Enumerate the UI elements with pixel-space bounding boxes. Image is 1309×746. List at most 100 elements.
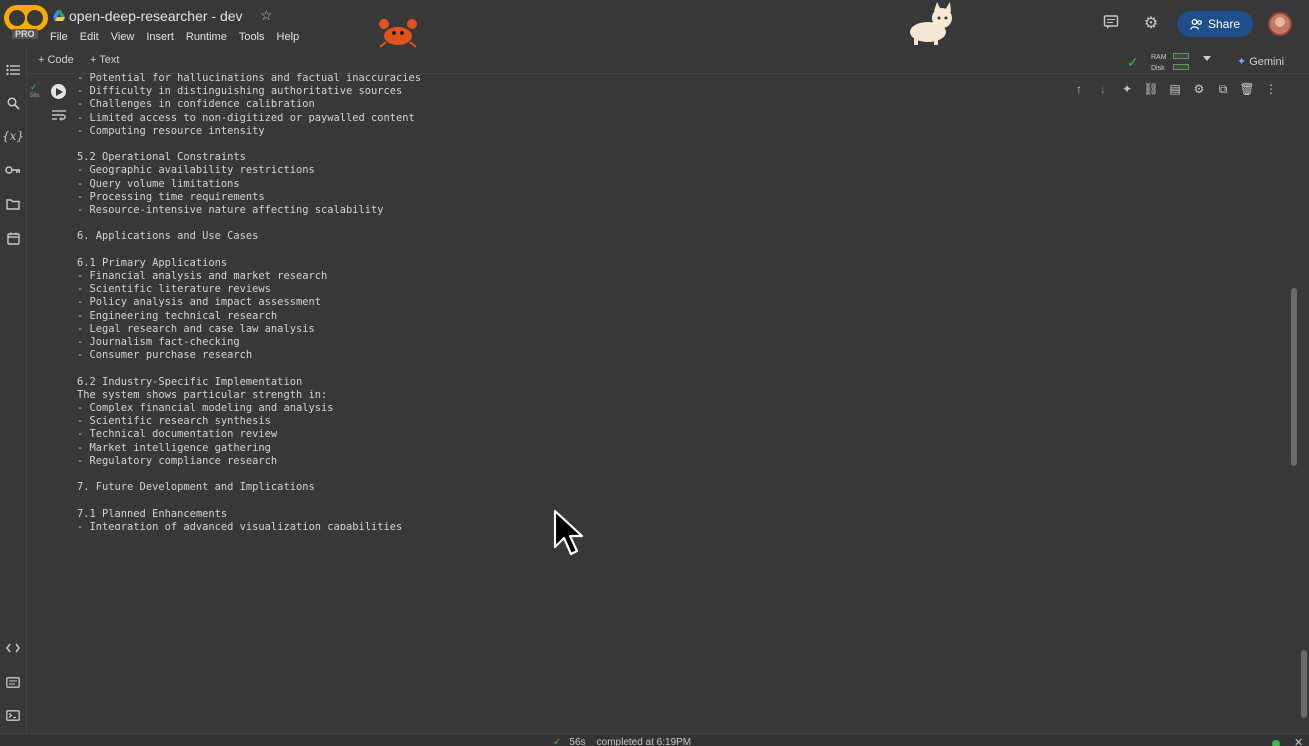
gemini-button[interactable]: ✦ Gemini — [1237, 55, 1284, 68]
secrets-key-icon[interactable] — [3, 160, 23, 180]
cat-mascot-icon — [910, 2, 952, 45]
cell-output-text: - Potential for hallucinations and factu… — [77, 72, 677, 530]
move-cell-up-icon[interactable]: ↑ — [1070, 80, 1088, 98]
calendar-icon[interactable] — [3, 228, 23, 248]
output-line: - Integration of advanced visualization … — [77, 520, 403, 530]
execution-summary: ✓ 56s completed at 6:19PM — [553, 737, 691, 746]
menu-insert[interactable]: Insert — [146, 30, 180, 45]
google-drive-icon[interactable] — [53, 10, 65, 22]
variables-icon[interactable]: {x} — [2, 126, 24, 146]
output-line: The system shows particular strength in: — [77, 388, 328, 401]
cell-gutter: ✓ 56s — [27, 78, 72, 138]
cell-settings-icon[interactable]: ⚙ — [1190, 80, 1208, 98]
colab-logo[interactable]: PRO — [4, 3, 48, 43]
close-status-icon[interactable]: ✕ — [1294, 736, 1303, 746]
output-line: 7.1 Planned Enhancements — [77, 507, 228, 520]
ram-bar — [1173, 53, 1189, 59]
command-palette-icon[interactable] — [3, 672, 23, 692]
settings-gear-icon[interactable]: ⚙ — [1141, 14, 1161, 34]
output-line: - Challenges in confidence calibration — [77, 98, 315, 111]
output-line: - Legal research and case law analysis — [77, 322, 315, 335]
add-comment-icon[interactable]: ▤ — [1166, 80, 1184, 98]
files-folder-icon[interactable] — [3, 194, 23, 214]
output-line: - Technical documentation review — [77, 428, 278, 441]
notebook-title[interactable]: open-deep-researcher - dev — [69, 8, 243, 24]
output-line: 7. Future Development and Implications — [77, 481, 315, 494]
pro-badge: PRO — [12, 29, 38, 39]
menu-runtime[interactable]: Runtime — [186, 30, 233, 45]
output-line: - Financial analysis and market research — [77, 270, 328, 283]
code-snippets-icon[interactable] — [3, 638, 23, 658]
link-to-cell-icon[interactable]: ⛓ — [1142, 80, 1160, 98]
menu-view[interactable]: View — [111, 30, 141, 45]
add-text-button[interactable]: + Text — [90, 54, 119, 66]
gemini-spark-icon: ✦ — [1237, 56, 1247, 68]
output-line: - Computing resource intensity — [77, 124, 265, 137]
output-line: - Journalism fact-checking — [77, 336, 240, 349]
output-line: 6.2 Industry-Specific Implementation — [77, 375, 303, 388]
people-icon — [1190, 18, 1202, 30]
output-line: 6. Applications and Use Cases — [77, 230, 259, 243]
status-completed: completed at 6:19PM — [596, 737, 692, 746]
output-line: 6.1 Primary Applications — [77, 256, 228, 269]
connected-check-icon: ✓ — [1127, 54, 1139, 70]
gemini-label: Gemini — [1249, 56, 1285, 68]
share-label: Share — [1207, 17, 1241, 31]
comments-icon[interactable] — [1101, 14, 1121, 34]
header: PRO open-deep-researcher - dev ☆ File Ed… — [0, 0, 1309, 48]
output-line: 5.2 Operational Constraints — [77, 151, 246, 164]
menu-help[interactable]: Help — [277, 30, 306, 45]
delete-cell-icon[interactable]: 🗑 — [1238, 80, 1256, 98]
user-avatar[interactable] — [1268, 12, 1292, 36]
add-code-button[interactable]: + Code — [38, 54, 74, 66]
notebook-scrollbar[interactable] — [1301, 650, 1307, 718]
output-line: - Complex financial modeling and analysi… — [77, 402, 334, 415]
disk-bar — [1173, 64, 1189, 70]
output-line: - Engineering technical research — [77, 309, 278, 322]
output-line: - Scientific research synthesis — [77, 415, 271, 428]
disk-label: Disk — [1151, 65, 1165, 72]
menu-edit[interactable]: Edit — [80, 30, 105, 45]
move-cell-down-icon[interactable]: ↓ — [1094, 80, 1112, 98]
ram-label: RAM — [1151, 54, 1167, 61]
output-line: - Resource-intensive nature affecting sc… — [77, 204, 384, 217]
search-icon[interactable] — [3, 93, 23, 113]
output-line: - Consumer purchase research — [77, 349, 253, 362]
output-line: - Scientific literature reviews — [77, 283, 271, 296]
ram-disk-indicator[interactable]: ✓ RAM Disk — [1127, 51, 1223, 73]
status-bar: ✓ 56s completed at 6:19PM ✕ — [0, 733, 1309, 746]
menu-file[interactable]: File — [50, 30, 74, 45]
output-line: - Potential for hallucinations and factu… — [77, 72, 422, 84]
status-check-icon: ✓ — [553, 737, 562, 746]
output-line: - Policy analysis and impact assessment — [77, 296, 321, 309]
output-scrollbar[interactable] — [1291, 288, 1297, 466]
mirror-cell-icon[interactable]: ⧉ — [1214, 80, 1232, 98]
output-line: - Geographic availability restrictions — [77, 164, 315, 177]
execution-status: ✓ 56s — [30, 82, 40, 100]
output-line: - Regulatory compliance research — [77, 454, 278, 467]
star-icon[interactable]: ☆ — [260, 7, 273, 24]
output-actions-icon[interactable] — [51, 108, 67, 122]
colab-logo-mark — [4, 5, 48, 31]
status-duration: 56s — [569, 737, 586, 746]
crab-mascot-icon — [379, 19, 417, 48]
executed-check-icon: ✓ — [30, 82, 38, 92]
share-button[interactable]: Share — [1177, 11, 1253, 37]
left-sidebar: {x} — [0, 48, 27, 732]
more-options-icon[interactable]: ⋮ — [1262, 80, 1280, 98]
menu-tools[interactable]: Tools — [239, 30, 271, 45]
output-line: - Limited access to non-digitized or pay… — [77, 111, 415, 124]
run-cell-button[interactable] — [51, 84, 66, 99]
gemini-cell-spark-icon[interactable]: ✦ — [1118, 80, 1136, 98]
output-line: - Market intelligence gathering — [77, 441, 271, 454]
terminal-icon[interactable] — [3, 705, 23, 725]
output-line: - Difficulty in distinguishing authorita… — [77, 85, 403, 98]
menu-bar: File Edit View Insert Runtime Tools Help — [50, 30, 311, 45]
runtime-dropdown-icon[interactable] — [1203, 56, 1211, 61]
execution-time: 56s — [30, 93, 40, 99]
table-of-contents-icon[interactable] — [3, 60, 23, 80]
